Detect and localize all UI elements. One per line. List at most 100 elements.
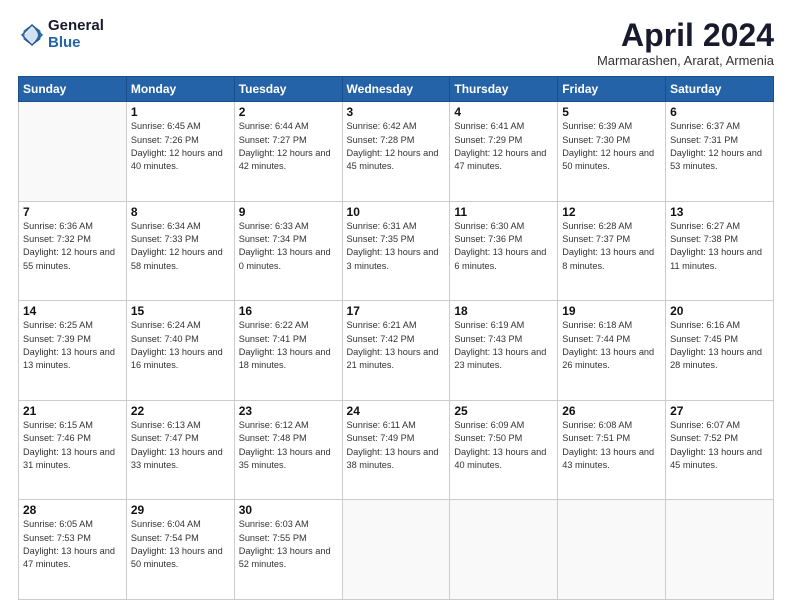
day-info: Sunrise: 6:04 AMSunset: 7:54 PMDaylight:… (131, 518, 230, 571)
table-row (558, 500, 666, 600)
day-number: 5 (562, 105, 661, 119)
table-row: 9Sunrise: 6:33 AMSunset: 7:34 PMDaylight… (234, 201, 342, 301)
day-info: Sunrise: 6:15 AMSunset: 7:46 PMDaylight:… (23, 419, 122, 472)
day-number: 24 (347, 404, 446, 418)
table-row: 20Sunrise: 6:16 AMSunset: 7:45 PMDayligh… (666, 301, 774, 401)
day-number: 10 (347, 205, 446, 219)
day-info: Sunrise: 6:44 AMSunset: 7:27 PMDaylight:… (239, 120, 338, 173)
logo-blue-label: Blue (48, 35, 104, 52)
table-row: 11Sunrise: 6:30 AMSunset: 7:36 PMDayligh… (450, 201, 558, 301)
table-row: 27Sunrise: 6:07 AMSunset: 7:52 PMDayligh… (666, 400, 774, 500)
day-info: Sunrise: 6:42 AMSunset: 7:28 PMDaylight:… (347, 120, 446, 173)
calendar-week-row: 21Sunrise: 6:15 AMSunset: 7:46 PMDayligh… (19, 400, 774, 500)
day-info: Sunrise: 6:36 AMSunset: 7:32 PMDaylight:… (23, 220, 122, 273)
day-info: Sunrise: 6:08 AMSunset: 7:51 PMDaylight:… (562, 419, 661, 472)
day-number: 3 (347, 105, 446, 119)
day-info: Sunrise: 6:07 AMSunset: 7:52 PMDaylight:… (670, 419, 769, 472)
day-number: 20 (670, 304, 769, 318)
logo-general-label: General (48, 18, 104, 35)
day-info: Sunrise: 6:31 AMSunset: 7:35 PMDaylight:… (347, 220, 446, 273)
day-info: Sunrise: 6:39 AMSunset: 7:30 PMDaylight:… (562, 120, 661, 173)
day-info: Sunrise: 6:19 AMSunset: 7:43 PMDaylight:… (454, 319, 553, 372)
day-number: 6 (670, 105, 769, 119)
table-row: 16Sunrise: 6:22 AMSunset: 7:41 PMDayligh… (234, 301, 342, 401)
day-info: Sunrise: 6:30 AMSunset: 7:36 PMDaylight:… (454, 220, 553, 273)
day-number: 17 (347, 304, 446, 318)
table-row: 13Sunrise: 6:27 AMSunset: 7:38 PMDayligh… (666, 201, 774, 301)
day-number: 30 (239, 503, 338, 517)
calendar-week-row: 7Sunrise: 6:36 AMSunset: 7:32 PMDaylight… (19, 201, 774, 301)
logo-text: General Blue (48, 18, 104, 51)
day-info: Sunrise: 6:12 AMSunset: 7:48 PMDaylight:… (239, 419, 338, 472)
day-info: Sunrise: 6:21 AMSunset: 7:42 PMDaylight:… (347, 319, 446, 372)
day-number: 16 (239, 304, 338, 318)
col-wednesday: Wednesday (342, 77, 450, 102)
table-row: 30Sunrise: 6:03 AMSunset: 7:55 PMDayligh… (234, 500, 342, 600)
table-row: 2Sunrise: 6:44 AMSunset: 7:27 PMDaylight… (234, 102, 342, 202)
day-number: 8 (131, 205, 230, 219)
table-row: 1Sunrise: 6:45 AMSunset: 7:26 PMDaylight… (126, 102, 234, 202)
day-number: 23 (239, 404, 338, 418)
table-row: 26Sunrise: 6:08 AMSunset: 7:51 PMDayligh… (558, 400, 666, 500)
day-number: 19 (562, 304, 661, 318)
table-row: 23Sunrise: 6:12 AMSunset: 7:48 PMDayligh… (234, 400, 342, 500)
day-info: Sunrise: 6:34 AMSunset: 7:33 PMDaylight:… (131, 220, 230, 273)
day-number: 22 (131, 404, 230, 418)
day-info: Sunrise: 6:25 AMSunset: 7:39 PMDaylight:… (23, 319, 122, 372)
day-info: Sunrise: 6:05 AMSunset: 7:53 PMDaylight:… (23, 518, 122, 571)
logo-icon (18, 21, 46, 49)
day-number: 18 (454, 304, 553, 318)
day-number: 4 (454, 105, 553, 119)
day-number: 27 (670, 404, 769, 418)
day-number: 1 (131, 105, 230, 119)
day-info: Sunrise: 6:33 AMSunset: 7:34 PMDaylight:… (239, 220, 338, 273)
table-row (666, 500, 774, 600)
col-sunday: Sunday (19, 77, 127, 102)
table-row: 14Sunrise: 6:25 AMSunset: 7:39 PMDayligh… (19, 301, 127, 401)
table-row: 10Sunrise: 6:31 AMSunset: 7:35 PMDayligh… (342, 201, 450, 301)
table-row: 24Sunrise: 6:11 AMSunset: 7:49 PMDayligh… (342, 400, 450, 500)
table-row: 18Sunrise: 6:19 AMSunset: 7:43 PMDayligh… (450, 301, 558, 401)
day-number: 25 (454, 404, 553, 418)
day-number: 7 (23, 205, 122, 219)
day-number: 2 (239, 105, 338, 119)
table-row: 5Sunrise: 6:39 AMSunset: 7:30 PMDaylight… (558, 102, 666, 202)
col-saturday: Saturday (666, 77, 774, 102)
day-number: 26 (562, 404, 661, 418)
table-row: 6Sunrise: 6:37 AMSunset: 7:31 PMDaylight… (666, 102, 774, 202)
day-number: 11 (454, 205, 553, 219)
subtitle: Marmarashen, Ararat, Armenia (597, 53, 774, 68)
logo: General Blue (18, 18, 104, 51)
day-info: Sunrise: 6:18 AMSunset: 7:44 PMDaylight:… (562, 319, 661, 372)
col-monday: Monday (126, 77, 234, 102)
day-info: Sunrise: 6:24 AMSunset: 7:40 PMDaylight:… (131, 319, 230, 372)
table-row: 12Sunrise: 6:28 AMSunset: 7:37 PMDayligh… (558, 201, 666, 301)
calendar-week-row: 28Sunrise: 6:05 AMSunset: 7:53 PMDayligh… (19, 500, 774, 600)
col-thursday: Thursday (450, 77, 558, 102)
table-row: 8Sunrise: 6:34 AMSunset: 7:33 PMDaylight… (126, 201, 234, 301)
table-row (19, 102, 127, 202)
day-info: Sunrise: 6:16 AMSunset: 7:45 PMDaylight:… (670, 319, 769, 372)
day-number: 12 (562, 205, 661, 219)
table-row: 29Sunrise: 6:04 AMSunset: 7:54 PMDayligh… (126, 500, 234, 600)
day-number: 15 (131, 304, 230, 318)
page: General Blue April 2024 Marmarashen, Ara… (0, 0, 792, 612)
day-info: Sunrise: 6:22 AMSunset: 7:41 PMDaylight:… (239, 319, 338, 372)
day-number: 9 (239, 205, 338, 219)
day-info: Sunrise: 6:09 AMSunset: 7:50 PMDaylight:… (454, 419, 553, 472)
day-info: Sunrise: 6:27 AMSunset: 7:38 PMDaylight:… (670, 220, 769, 273)
table-row: 21Sunrise: 6:15 AMSunset: 7:46 PMDayligh… (19, 400, 127, 500)
table-row (450, 500, 558, 600)
table-row (342, 500, 450, 600)
table-row: 3Sunrise: 6:42 AMSunset: 7:28 PMDaylight… (342, 102, 450, 202)
day-number: 13 (670, 205, 769, 219)
day-info: Sunrise: 6:37 AMSunset: 7:31 PMDaylight:… (670, 120, 769, 173)
day-number: 28 (23, 503, 122, 517)
day-number: 29 (131, 503, 230, 517)
day-info: Sunrise: 6:13 AMSunset: 7:47 PMDaylight:… (131, 419, 230, 472)
table-row: 4Sunrise: 6:41 AMSunset: 7:29 PMDaylight… (450, 102, 558, 202)
calendar-table: Sunday Monday Tuesday Wednesday Thursday… (18, 76, 774, 600)
day-info: Sunrise: 6:41 AMSunset: 7:29 PMDaylight:… (454, 120, 553, 173)
table-row: 28Sunrise: 6:05 AMSunset: 7:53 PMDayligh… (19, 500, 127, 600)
day-info: Sunrise: 6:28 AMSunset: 7:37 PMDaylight:… (562, 220, 661, 273)
